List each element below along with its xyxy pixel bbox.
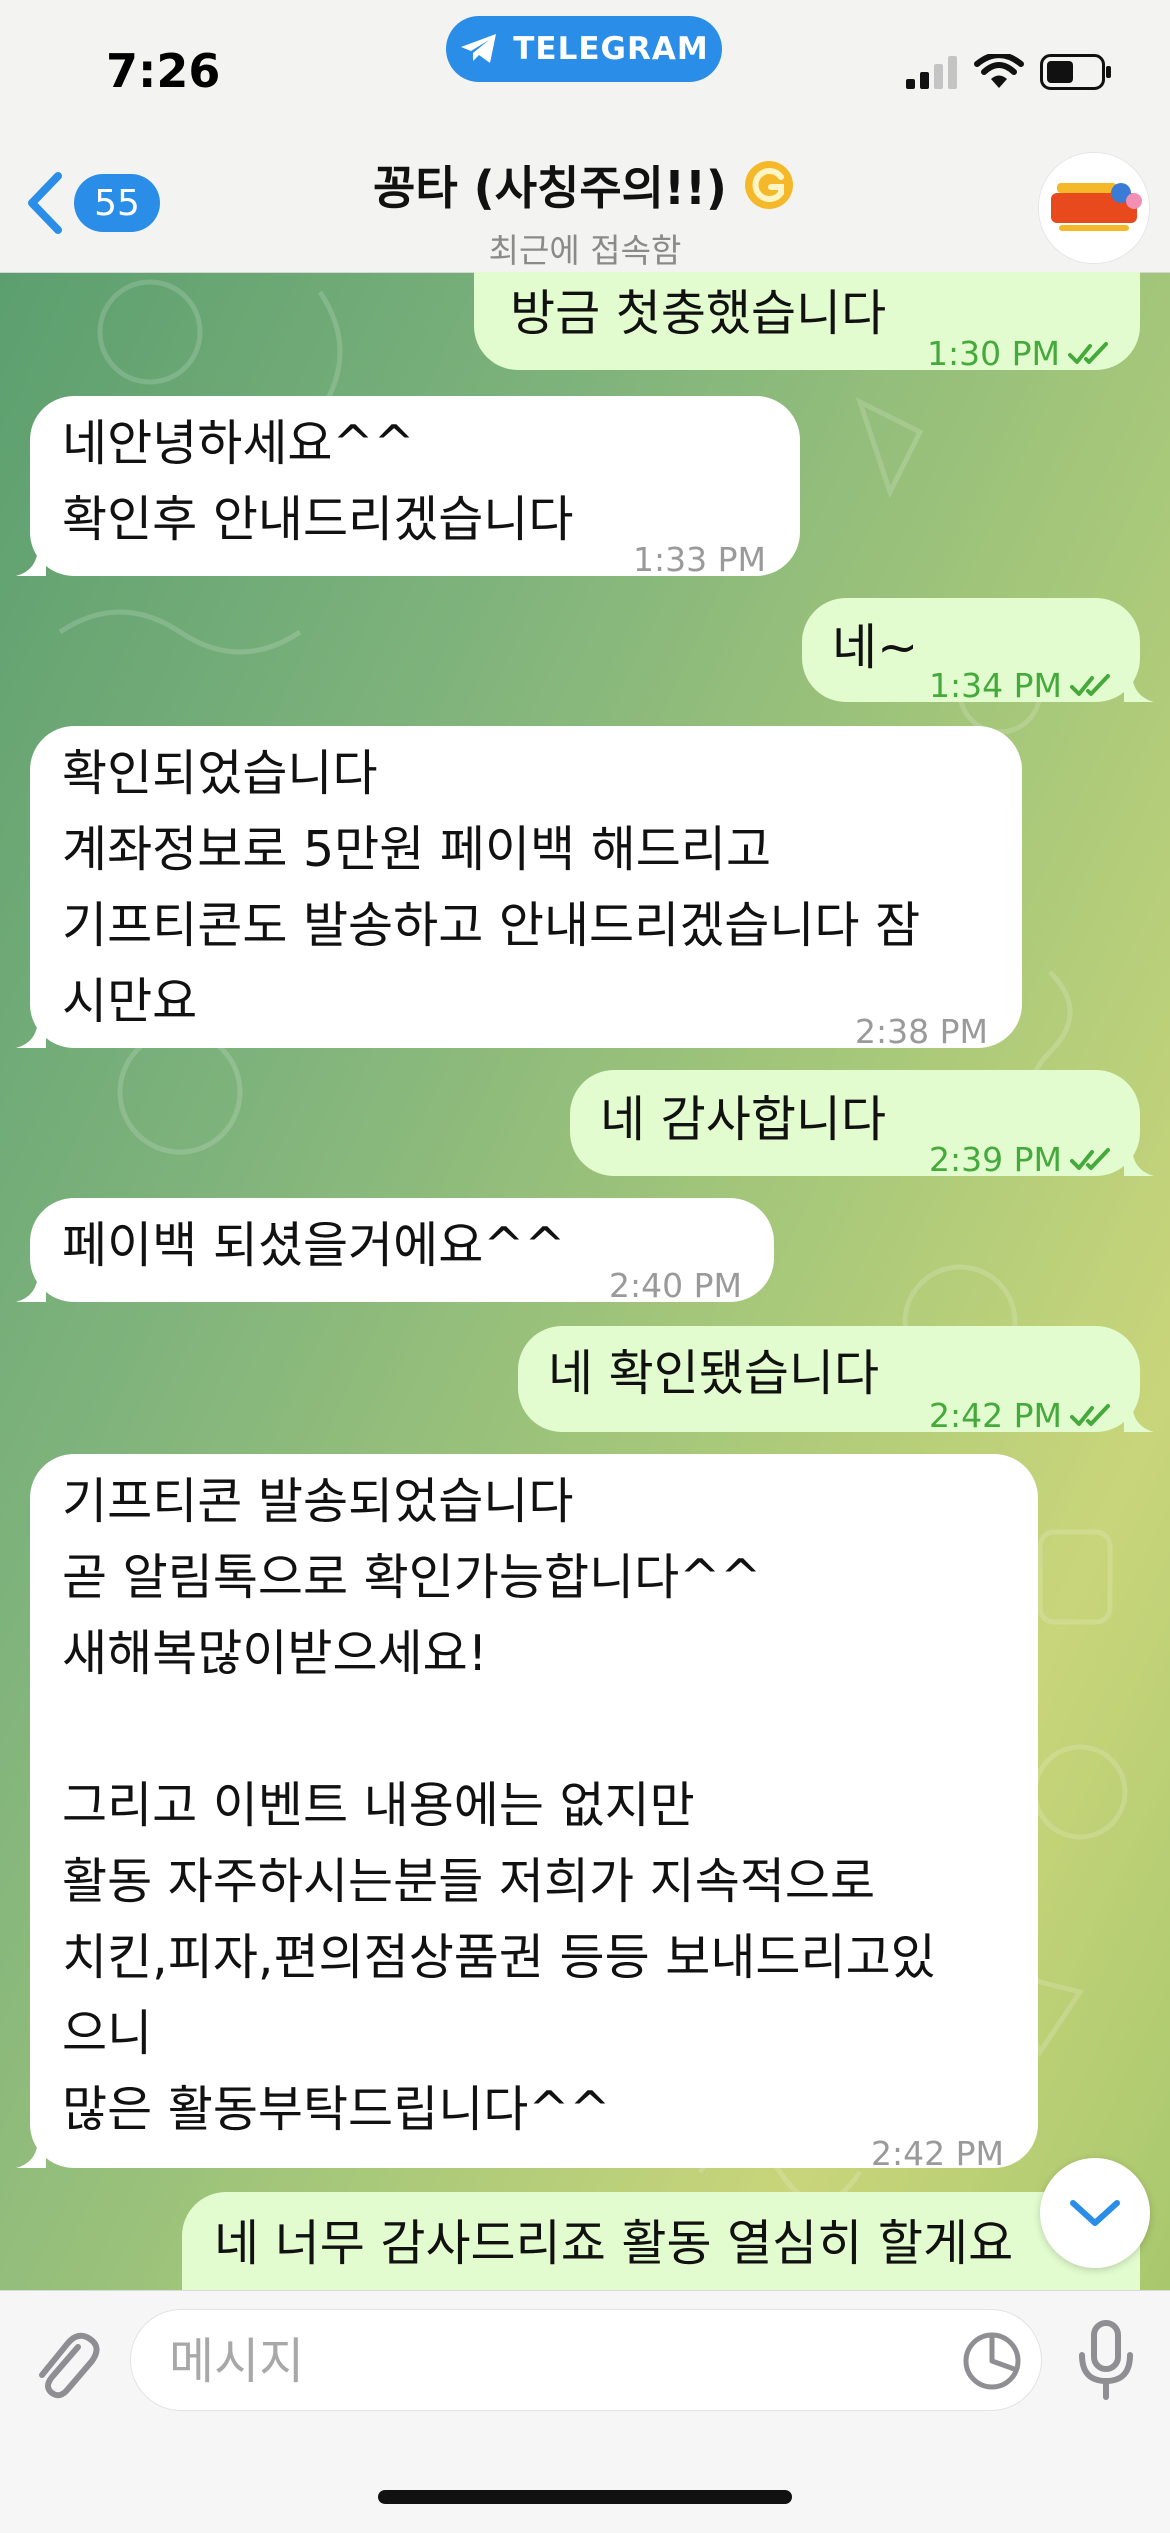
scroll-to-bottom-button[interactable]: [1040, 2158, 1150, 2268]
message-text: 방금 첫충했습니다: [510, 285, 887, 342]
message-time: 2:39 PM: [929, 1140, 1062, 1179]
message-text: 네 너무 감사드리죠 활동 열심히 할게요: [214, 2215, 1014, 2272]
message-input[interactable]: [167, 2328, 931, 2394]
double-check-icon: [1070, 1404, 1110, 1426]
message-input-field[interactable]: [130, 2309, 1042, 2411]
message-time: 2:42 PM: [929, 1396, 1062, 1435]
paperclip-icon[interactable]: [30, 2325, 100, 2405]
top-bar: 7:26 TELEGRAM 55 꽁타 (사칭주의!!) 최근에 접속함: [0, 0, 1170, 273]
message-time: 2:38 PM: [855, 1012, 988, 1051]
bubble-tail: [1124, 1402, 1154, 1432]
chat-title: 꽁타 (사칭주의!!): [373, 161, 727, 215]
message-text: 확인되었습니다 계좌정보로 5만원 페이백 해드리고 기프티콘도 발송하고 안내…: [62, 745, 921, 1030]
message-outgoing[interactable]: 방금 첫충했습니다 1:30 PM: [474, 272, 1140, 373]
chevron-down-icon: [1070, 2200, 1120, 2226]
telegram-pill-label: TELEGRAM: [513, 31, 709, 67]
message-text: 네~: [832, 619, 919, 676]
chat-avatar[interactable]: [1038, 152, 1150, 264]
message-outgoing[interactable]: 네 감사합니다 2:39 PM: [570, 1070, 1154, 1179]
message-time: 2:42 PM: [871, 2134, 1004, 2173]
cellular-signal-icon: [906, 56, 957, 89]
kongta-logo-avatar: [1039, 153, 1149, 263]
message-incoming[interactable]: 네안녕하세요^^ 확인후 안내드리겠습니다 1:33 PM: [16, 396, 800, 579]
bubble-tail: [16, 1272, 46, 1302]
double-check-icon: [1068, 342, 1108, 364]
message-time: 1:30 PM: [927, 334, 1060, 373]
bubble-tail: [16, 546, 46, 576]
sticker-icon[interactable]: [961, 2330, 1023, 2392]
bubble-tail: [16, 1018, 46, 1048]
message-text: 기프티콘 발송되었습니다 곧 알림톡으로 확인가능합니다^^ 새해복많이받으세요…: [62, 1473, 936, 2138]
status-icons: [906, 54, 1112, 90]
message-time: 1:33 PM: [633, 540, 766, 579]
message-incoming[interactable]: 페이백 되셨을거에요^^ 2:40 PM: [16, 1198, 774, 1305]
telegram-plane-icon: [461, 34, 497, 63]
message-meta: 1:30 PM: [927, 316, 1112, 392]
message-outgoing[interactable]: 네 확인됐습니다 2:42 PM: [518, 1326, 1154, 1435]
double-check-icon: [1070, 1148, 1110, 1170]
message-meta: 1:34 PM: [929, 648, 1114, 724]
message-text: 네 감사합니다: [600, 1091, 887, 1148]
chat-status: 최근에 접속함: [488, 231, 682, 270]
message-outgoing[interactable]: 네~ 1:34 PM: [802, 598, 1154, 705]
telegram-pill[interactable]: TELEGRAM: [446, 16, 722, 82]
message-time: 2:40 PM: [609, 1266, 742, 1305]
message-meta: 2:39 PM: [929, 1122, 1114, 1198]
home-indicator[interactable]: [378, 2490, 792, 2504]
message-incoming[interactable]: 기프티콘 발송되었습니다 곧 알림톡으로 확인가능합니다^^ 새해복많이받으세요…: [16, 1454, 1038, 2173]
status-time: 7:26: [106, 44, 221, 98]
battery-icon: [1040, 54, 1111, 90]
message-time: 1:34 PM: [929, 666, 1062, 705]
bubble-tail: [16, 2138, 46, 2168]
message-incoming[interactable]: 확인되었습니다 계좌정보로 5만원 페이백 해드리고 기프티콘도 발송하고 안내…: [16, 726, 1022, 1051]
message-text: 페이백 되셨을거에요^^: [62, 1217, 566, 1274]
wifi-icon: [974, 54, 1024, 88]
gold-letter-g-emoji-icon: [744, 161, 793, 209]
message-meta: 2:42 PM: [929, 1378, 1114, 1454]
bubble-tail: [1124, 672, 1154, 702]
chat-title-area[interactable]: 꽁타 (사칭주의!!) 최근에 접속함: [0, 152, 1170, 272]
double-check-icon: [1070, 674, 1110, 696]
bubble-tail: [1124, 1146, 1154, 1176]
message-text: 네안녕하세요^^ 확인후 안내드리겠습니다: [62, 415, 574, 548]
message-text: 네 확인됐습니다: [548, 1345, 880, 1402]
microphone-icon[interactable]: [1076, 2319, 1136, 2405]
